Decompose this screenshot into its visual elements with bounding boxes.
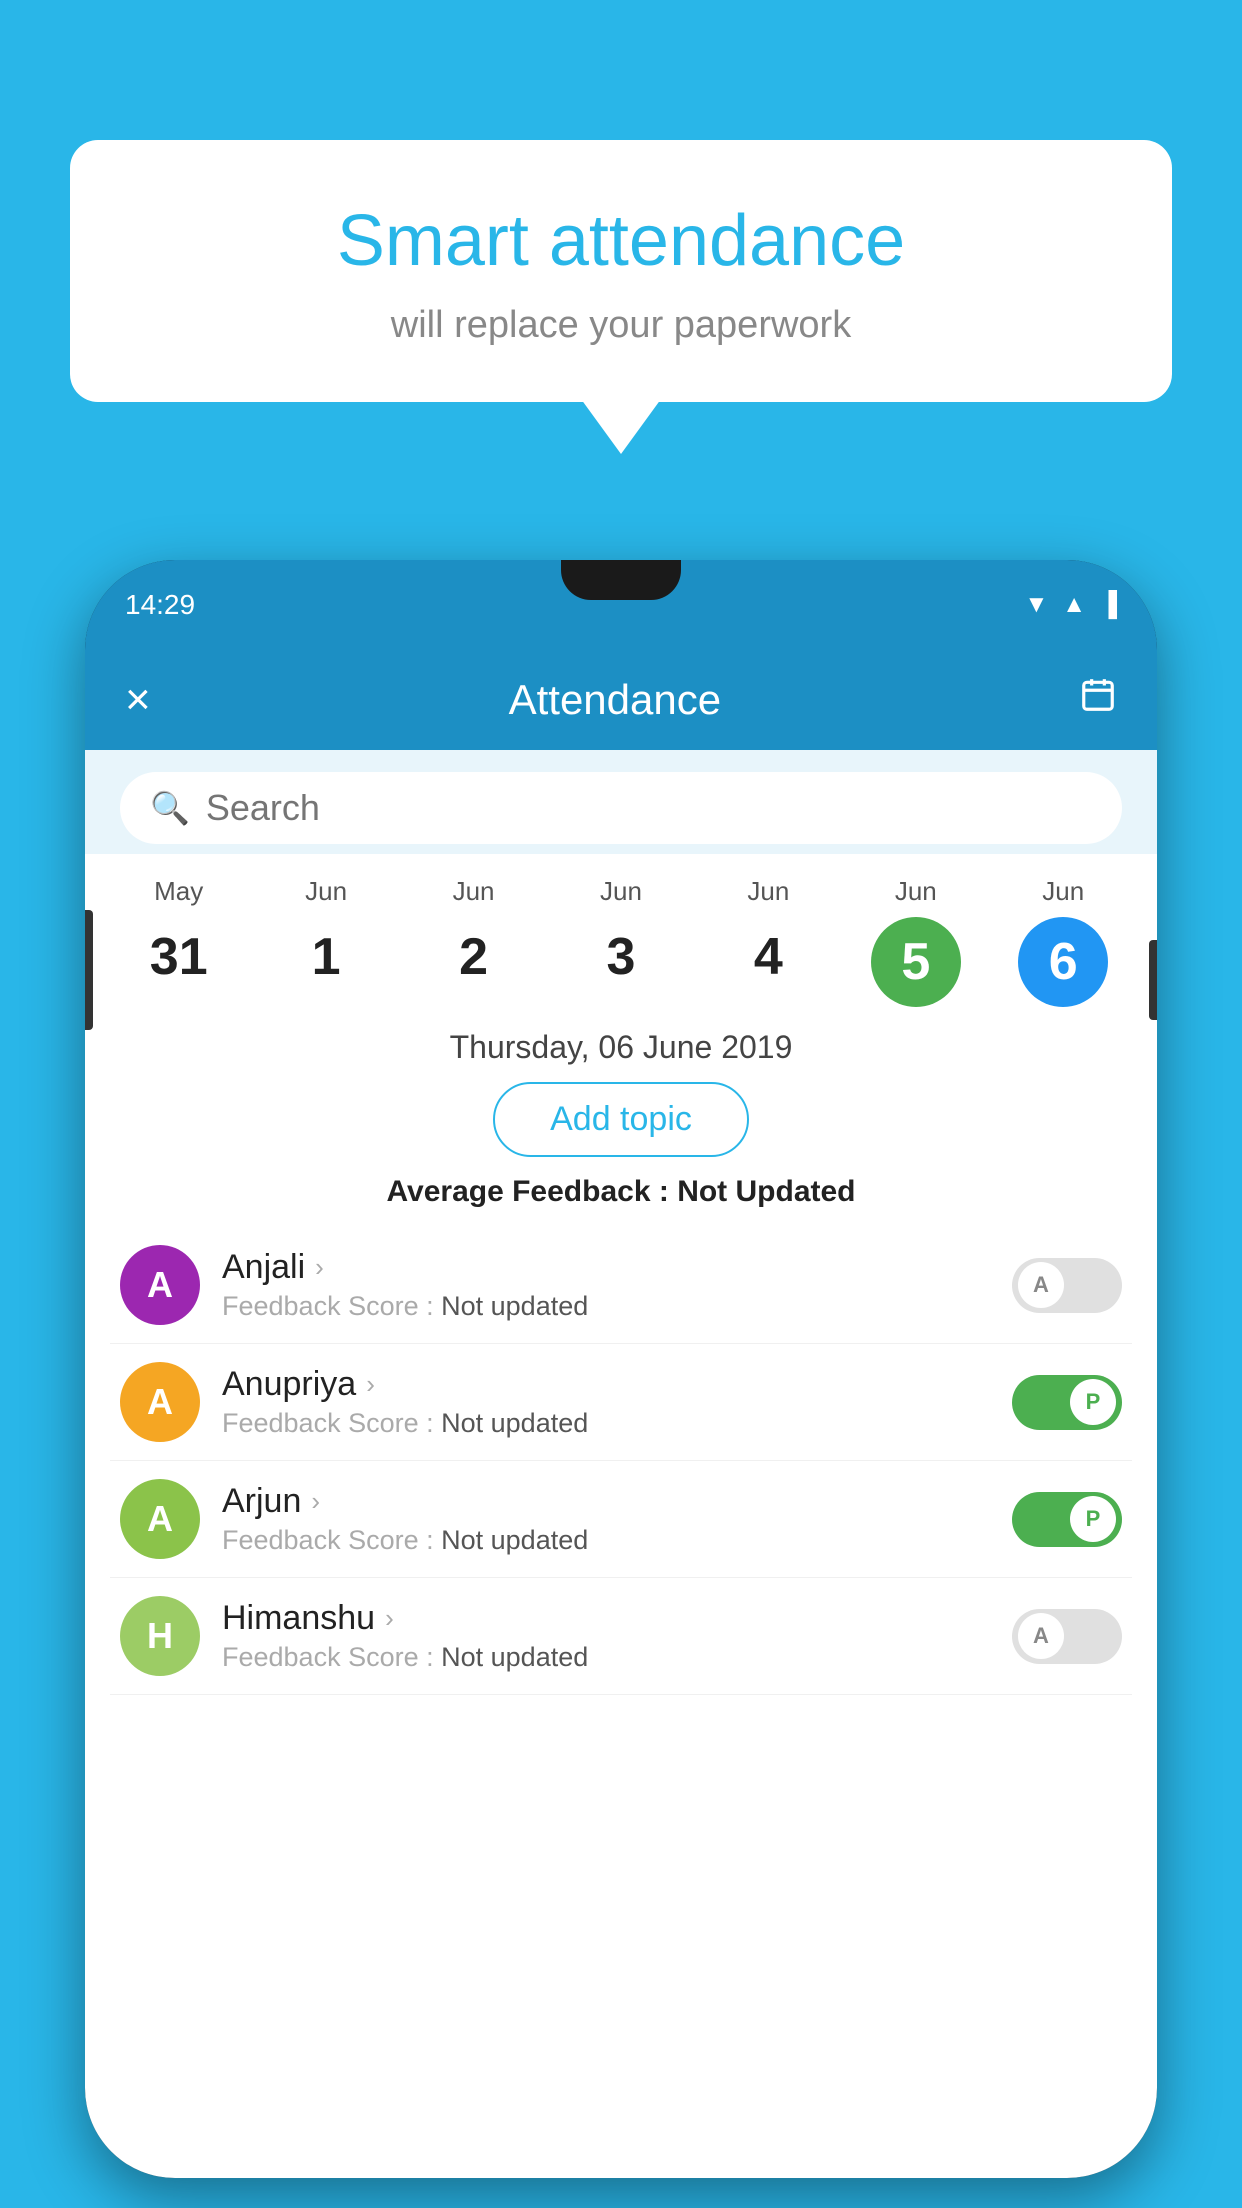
- avg-feedback-value: Not Updated: [677, 1175, 855, 1208]
- day-number: 5: [871, 917, 961, 1007]
- attendance-toggle[interactable]: P: [1012, 1375, 1122, 1430]
- student-info: Anupriya › Feedback Score : Not updated: [222, 1365, 990, 1439]
- month-label: May: [154, 876, 203, 907]
- power-button: [85, 910, 93, 1030]
- toggle-knob: P: [1070, 1496, 1116, 1542]
- student-info: Arjun › Feedback Score : Not updated: [222, 1482, 990, 1556]
- add-topic-button[interactable]: Add topic: [493, 1082, 749, 1157]
- student-feedback: Feedback Score : Not updated: [222, 1525, 990, 1556]
- toggle-knob: A: [1018, 1613, 1064, 1659]
- chevron-icon: ›: [311, 1486, 320, 1517]
- toggle-knob: P: [1070, 1379, 1116, 1425]
- month-label: Jun: [1042, 876, 1084, 907]
- student-list: A Anjali › Feedback Score : Not updated …: [85, 1227, 1157, 1695]
- battery-icon: ▐: [1100, 591, 1117, 619]
- volume-button: [1149, 940, 1157, 1020]
- calendar-day-31[interactable]: May 31: [124, 876, 234, 997]
- feedback-value: Not updated: [441, 1408, 588, 1438]
- close-button[interactable]: ×: [125, 675, 151, 725]
- student-avatar: A: [120, 1362, 200, 1442]
- day-number: 3: [581, 917, 661, 997]
- feedback-value: Not updated: [441, 1525, 588, 1555]
- phone-content: 🔍 May 31 Jun 1 Jun 2 Jun 3 Jun 4 Jun 5 Jun 6 Thursday…: [85, 750, 1157, 2178]
- wifi-icon: ▼: [1024, 591, 1048, 619]
- calendar-day-5[interactable]: Jun 5: [861, 876, 971, 1007]
- toggle-knob: A: [1018, 1262, 1064, 1308]
- speech-bubble-container: Smart attendance will replace your paper…: [70, 140, 1172, 402]
- selected-date: Thursday, 06 June 2019: [85, 1017, 1157, 1082]
- search-input[interactable]: [206, 787, 1092, 829]
- month-label: Jun: [453, 876, 495, 907]
- attendance-toggle[interactable]: A: [1012, 1609, 1122, 1664]
- student-avatar: A: [120, 1479, 200, 1559]
- speech-bubble: Smart attendance will replace your paper…: [70, 140, 1172, 402]
- calendar-day-1[interactable]: Jun 1: [271, 876, 381, 997]
- student-item[interactable]: H Himanshu › Feedback Score : Not update…: [110, 1578, 1132, 1695]
- status-bar: 14:29 ▼ ▲ ▐: [85, 560, 1157, 650]
- day-number: 31: [139, 917, 219, 997]
- day-number: 1: [286, 917, 366, 997]
- search-bar-container: 🔍: [85, 750, 1157, 854]
- student-avatar: A: [120, 1245, 200, 1325]
- calendar-button[interactable]: [1079, 676, 1117, 724]
- day-number: 6: [1018, 917, 1108, 1007]
- chevron-icon: ›: [366, 1369, 375, 1400]
- chevron-icon: ›: [315, 1252, 324, 1283]
- student-feedback: Feedback Score : Not updated: [222, 1291, 990, 1322]
- speech-bubble-title: Smart attendance: [120, 200, 1122, 282]
- phone-frame: 14:29 ▼ ▲ ▐ × Attendance 🔍: [85, 560, 1157, 2178]
- student-name: Arjun ›: [222, 1482, 990, 1521]
- month-label: Jun: [895, 876, 937, 907]
- status-icons: ▼ ▲ ▐: [1024, 591, 1117, 619]
- student-name: Anupriya ›: [222, 1365, 990, 1404]
- feedback-value: Not updated: [441, 1642, 588, 1672]
- student-info: Himanshu › Feedback Score : Not updated: [222, 1599, 990, 1673]
- app-header: × Attendance: [85, 650, 1157, 750]
- month-label: Jun: [747, 876, 789, 907]
- attendance-toggle[interactable]: A: [1012, 1258, 1122, 1313]
- month-label: Jun: [600, 876, 642, 907]
- chevron-icon: ›: [385, 1603, 394, 1634]
- status-time: 14:29: [125, 589, 195, 621]
- calendar-row: May 31 Jun 1 Jun 2 Jun 3 Jun 4 Jun 5 Jun 6: [85, 854, 1157, 1017]
- attendance-toggle[interactable]: P: [1012, 1492, 1122, 1547]
- calendar-day-2[interactable]: Jun 2: [419, 876, 529, 997]
- student-name: Himanshu ›: [222, 1599, 990, 1638]
- search-icon: 🔍: [150, 789, 190, 827]
- student-feedback: Feedback Score : Not updated: [222, 1408, 990, 1439]
- student-avatar: H: [120, 1596, 200, 1676]
- calendar-day-4[interactable]: Jun 4: [713, 876, 823, 997]
- student-info: Anjali › Feedback Score : Not updated: [222, 1248, 990, 1322]
- student-feedback: Feedback Score : Not updated: [222, 1642, 990, 1673]
- day-number: 2: [434, 917, 514, 997]
- speech-bubble-subtitle: will replace your paperwork: [120, 304, 1122, 347]
- avg-feedback: Average Feedback : Not Updated: [85, 1175, 1157, 1209]
- calendar-day-3[interactable]: Jun 3: [566, 876, 676, 997]
- signal-icon: ▲: [1062, 591, 1086, 619]
- day-number: 4: [728, 917, 808, 997]
- avg-feedback-label: Average Feedback :: [386, 1175, 668, 1208]
- header-title: Attendance: [509, 676, 722, 724]
- student-item[interactable]: A Anupriya › Feedback Score : Not update…: [110, 1344, 1132, 1461]
- search-bar[interactable]: 🔍: [120, 772, 1122, 844]
- calendar-day-6[interactable]: Jun 6: [1008, 876, 1118, 1007]
- student-item[interactable]: A Arjun › Feedback Score : Not updated P: [110, 1461, 1132, 1578]
- student-item[interactable]: A Anjali › Feedback Score : Not updated …: [110, 1227, 1132, 1344]
- month-label: Jun: [305, 876, 347, 907]
- student-name: Anjali ›: [222, 1248, 990, 1287]
- feedback-value: Not updated: [441, 1291, 588, 1321]
